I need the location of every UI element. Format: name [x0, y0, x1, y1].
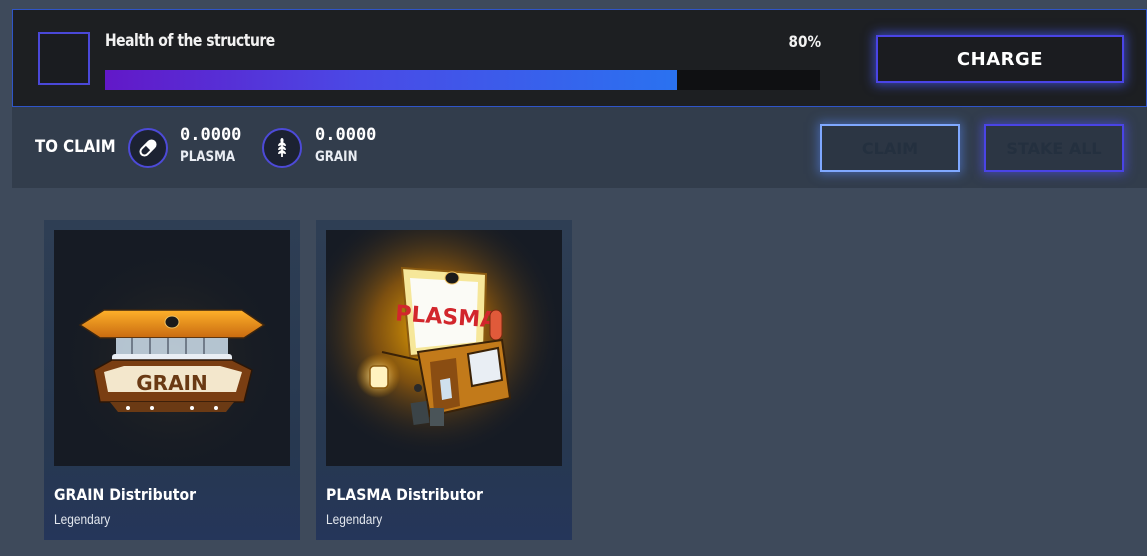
card-rarity: Legendary [54, 511, 111, 527]
health-percent: 80% [788, 32, 822, 51]
claim-bar: TO CLAIM 0.0000 PLASMA 0.0000 GRAIN CLAI… [12, 107, 1147, 188]
card-rarity: Legendary [326, 511, 383, 527]
health-bar [105, 70, 820, 90]
claim-button[interactable]: CLAIM [820, 124, 960, 172]
structure-health-panel: Health of the structure 80% CHARGE [12, 9, 1147, 107]
grain-distributor-card[interactable]: GRAIN GRAIN Distributor Legendary [44, 220, 300, 540]
grain-sign-text: GRAIN [136, 371, 207, 395]
grain-distributor-image: GRAIN [54, 230, 290, 466]
wheat-icon [262, 128, 302, 168]
card-title: GRAIN Distributor [54, 485, 197, 504]
plasma-label: PLASMA [180, 149, 236, 165]
to-claim-label: TO CLAIM [35, 137, 116, 157]
plasma-distributor-image: PLASMA [326, 230, 562, 466]
charge-button[interactable]: CHARGE [876, 35, 1124, 83]
plasma-distributor-card[interactable]: PLASMA PLASMA Distributor Legendary [316, 220, 572, 540]
stake-all-button[interactable]: STAKE ALL [984, 124, 1124, 172]
health-label: Health of the structure [105, 31, 275, 51]
pill-icon [128, 128, 168, 168]
plasma-amount: 0.0000 [180, 125, 242, 145]
card-title: PLASMA Distributor [326, 485, 483, 504]
grain-label: GRAIN [315, 149, 358, 165]
health-bar-fill [105, 70, 677, 90]
structure-thumbnail [38, 32, 90, 85]
grain-amount: 0.0000 [315, 125, 377, 145]
